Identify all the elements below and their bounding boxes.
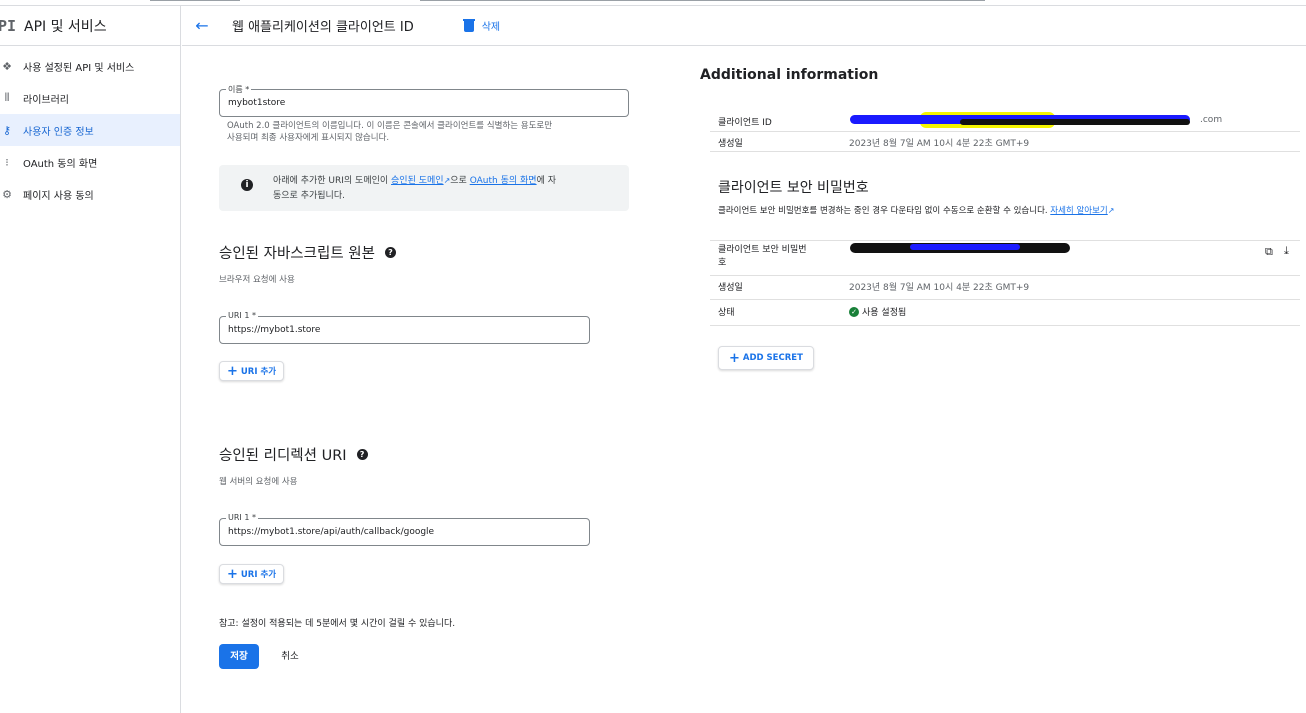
authorized-domains-link[interactable]: 승인된 도메인 [391,176,444,186]
delete-label: 삭제 [481,22,501,33]
download-icon[interactable]: ⤓ [1284,244,1289,258]
sidebar-list: ❖ 사용 설정된 API 및 서비스 ⦀ 라이브러리 ⚷ 사용자 인증 정보 ⁝… [0,46,180,210]
top-strip-segment [420,0,985,1]
sidebar-header: PI API 및 서비스 [0,6,180,46]
name-hint-line: 사용되며 최종 사용자에게 표시되지 않습니다. [227,133,390,143]
js-origin-uri-label: URI 1 * [226,311,258,320]
client-secret-key: 클라이언트 보안 비밀번 호 [718,244,807,270]
back-arrow-icon[interactable]: ← [182,16,222,35]
page-header: ← 웹 애플리케이션의 클라이언트 ID 삭제 [182,6,1306,46]
status-key: 상태 [718,308,735,318]
sidebar-item-library[interactable]: ⦀ 라이브러리 [0,82,180,114]
name-hint-line: OAuth 2.0 클라이언트의 이름입니다. 이 이름은 콘솔에서 클라이언트… [227,121,553,131]
api-logo: PI [0,16,17,35]
client-secret-row: 클라이언트 보안 비밀번 호 ⧉ ⤓ [710,240,1300,276]
plus-icon: + [227,363,238,379]
add-uri-label: URI 추가 [240,367,277,377]
redirect-uri-label: URI 1 * [226,513,258,522]
settings-note: 참고: 설정이 적용되는 데 5분에서 몇 시간이 걸릴 수 있습니다. [219,619,456,629]
client-secret-title: 클라이언트 보안 비밀번호 [718,180,869,196]
delete-button[interactable]: 삭제 [462,18,501,33]
client-id-key: 클라이언트 ID [718,118,772,128]
domain-info-text: 아래에 추가한 URI의 도메인이 승인된 도메인↗으로 OAuth 동의 화면… [273,173,618,204]
help-icon[interactable]: ? [356,449,368,460]
js-origins-title-text: 승인된 자바스크립트 원본 [219,246,375,262]
redaction-mark [910,244,1020,250]
client-secret-key-line: 클라이언트 보안 비밀번 [718,245,807,255]
name-field-label: 이름 * [226,84,252,95]
api-icon: ❖ [2,59,12,73]
redirect-uri-field[interactable]: URI 1 * https://mybot1.store/api/auth/ca… [219,513,590,546]
redirect-uris-title-text: 승인된 리디렉션 URI [219,448,347,464]
app-title: API 및 서비스 [24,18,107,35]
secret-created-key: 생성일 [718,283,743,293]
sidebar-item-label: OAuth 동의 화면 [23,158,98,170]
plus-icon: + [227,566,238,582]
name-field-value: mybot1store [228,98,286,108]
status-badge: ✓ 사용 설정됨 [849,305,906,318]
info-text-part: 으로 [450,176,470,186]
redirect-uris-title: 승인된 리디렉션 URI ? [219,444,368,465]
redirect-uri-value: https://mybot1.store/api/auth/callback/g… [228,527,435,537]
client-id-row: 클라이언트 ID .com [710,110,1300,132]
redaction-mark [960,119,1190,125]
sidebar-item-label: 페이지 사용 동의 [23,190,94,202]
add-secret-label: ADD SECRET [742,353,803,363]
name-hint: OAuth 2.0 클라이언트의 이름입니다. 이 이름은 콘솔에서 클라이언트… [227,120,552,144]
js-origin-uri-value: https://mybot1.store [228,325,321,335]
save-button[interactable]: 저장 [219,644,259,669]
js-origins-desc: 브라우저 요청에 사용 [219,275,295,285]
client-secret-desc-text: 클라이언트 보안 비밀번호를 변경하는 중인 경우 다운타임 없이 수동으로 순… [718,206,1051,216]
created-key: 생성일 [718,139,743,149]
client-secret-desc: 클라이언트 보안 비밀번호를 변경하는 중인 경우 다운타임 없이 수동으로 순… [718,204,1114,216]
library-icon: ⦀ [4,91,10,104]
sidebar-item-label: 사용 설정된 API 및 서비스 [23,62,135,74]
settings-icon: ⚙ [2,187,12,201]
secret-status-row: 상태 ✓ 사용 설정됨 [710,300,1300,326]
copy-icon[interactable]: ⧉ [1265,245,1273,259]
status-value: 사용 설정됨 [862,308,907,318]
info-text-part: 에 자 [536,176,556,186]
created-value: 2023년 8월 7일 AM 10시 4분 22초 GMT+9 [849,139,1030,149]
help-icon[interactable]: ? [384,247,396,258]
key-icon: ⚷ [2,123,12,137]
plus-icon: + [729,350,740,366]
info-icon: i [241,179,253,191]
sidebar-item-enabled-apis[interactable]: ❖ 사용 설정된 API 및 서비스 [0,50,180,82]
client-id-suffix: .com [1200,115,1223,125]
add-js-origin-uri-button[interactable]: + URI 추가 [219,361,285,381]
sidebar-item-page-consent[interactable]: ⚙ 페이지 사용 동의 [0,178,180,210]
top-strip-segment [150,0,240,1]
oauth-consent-link[interactable]: OAuth 동의 화면 [470,176,537,186]
js-origins-title: 승인된 자바스크립트 원본 ? [219,242,396,263]
learn-more-link[interactable]: 자세히 알아보기 [1050,206,1107,216]
sidebar-item-oauth-consent[interactable]: ⁝ OAuth 동의 화면 [0,146,180,178]
add-secret-button[interactable]: + ADD SECRET [718,346,814,370]
client-secret-key-line: 호 [718,258,727,268]
page-title: 웹 애플리케이션의 클라이언트 ID [232,20,414,35]
js-origin-uri-field[interactable]: URI 1 * https://mybot1.store [219,311,590,344]
cancel-button[interactable]: 취소 [270,644,310,669]
additional-info-title: Additional information [700,67,879,83]
domain-info-box: i 아래에 추가한 URI의 도메인이 승인된 도메인↗으로 OAuth 동의 … [219,165,629,211]
check-circle-icon: ✓ [849,306,859,317]
trash-icon [462,19,475,32]
add-uri-label: URI 추가 [240,570,277,580]
client-created-row: 생성일 2023년 8월 7일 AM 10시 4분 22초 GMT+9 [710,132,1300,152]
consent-icon: ⁝ [5,155,9,169]
sidebar: PI API 및 서비스 ❖ 사용 설정된 API 및 서비스 ⦀ 라이브러리 … [0,6,181,713]
external-link-icon: ↗ [1107,206,1115,215]
add-redirect-uri-button[interactable]: + URI 추가 [219,564,285,584]
sidebar-item-credentials[interactable]: ⚷ 사용자 인증 정보 [0,114,180,146]
secret-created-row: 생성일 2023년 8월 7일 AM 10시 4분 22초 GMT+9 [710,276,1300,300]
info-text-part: 동으로 추가됩니다. [273,191,345,201]
info-text-part: 아래에 추가한 URI의 도메인이 [273,176,392,186]
redirect-uris-desc: 웹 서버의 요청에 사용 [219,477,298,487]
name-field[interactable]: 이름 * mybot1store [219,84,629,117]
sidebar-item-label: 라이브러리 [23,94,69,106]
secret-created-value: 2023년 8월 7일 AM 10시 4분 22초 GMT+9 [849,283,1030,293]
sidebar-item-label: 사용자 인증 정보 [23,126,94,138]
